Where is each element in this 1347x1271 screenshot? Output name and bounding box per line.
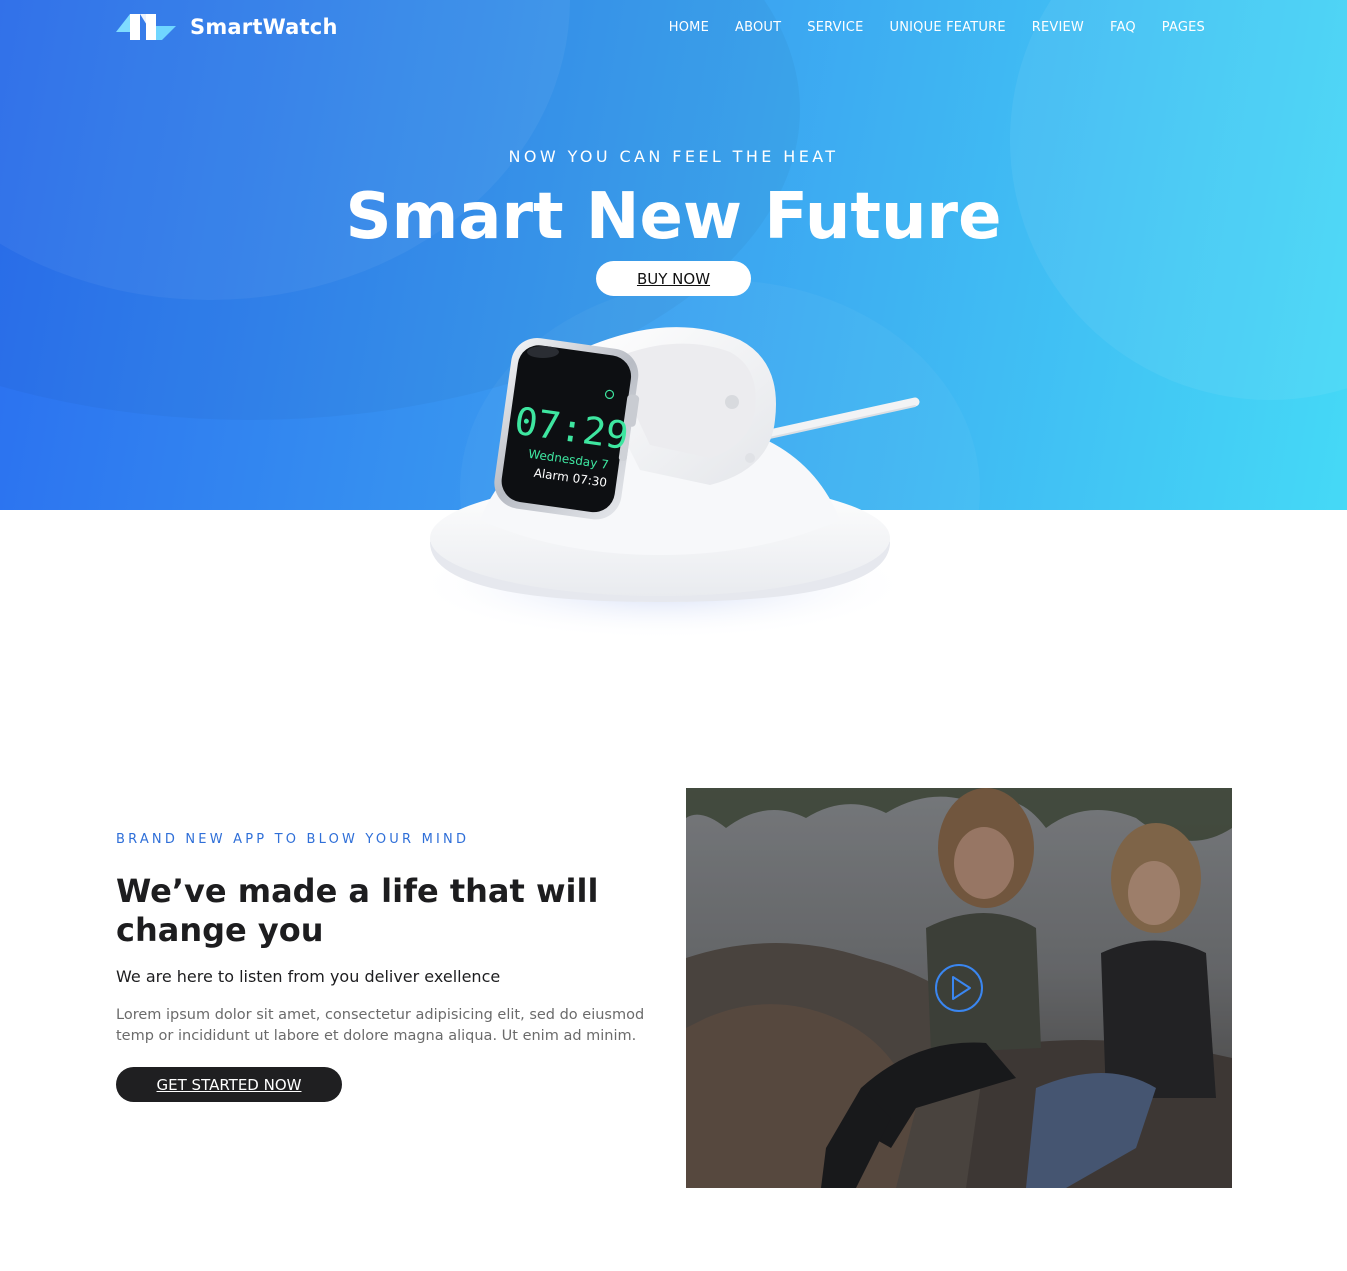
- get-started-button[interactable]: GET STARTED NOW: [116, 1067, 342, 1102]
- about-subtitle: We are here to listen from you deliver e…: [116, 967, 501, 986]
- about-eyebrow: BRAND NEW APP TO BLOW YOUR MIND: [116, 832, 470, 847]
- nav-home[interactable]: HOME: [669, 20, 709, 35]
- brand-logo[interactable]: SmartWatch: [116, 10, 338, 44]
- about-title: We’ve made a life that will change you: [116, 872, 599, 949]
- nav-pages[interactable]: PAGES: [1162, 20, 1205, 35]
- nav-unique-feature[interactable]: UNIQUE FEATURE: [890, 20, 1006, 35]
- about-body-text: Lorem ipsum dolor sit amet, consectetur …: [116, 1007, 645, 1044]
- nav-review[interactable]: REVIEW: [1032, 20, 1084, 35]
- hero-eyebrow: NOW YOU CAN FEEL THE HEAT: [508, 147, 839, 166]
- main-menu: HOME ABOUT SERVICE UNIQUE FEATURE REVIEW…: [669, 20, 1205, 35]
- buy-now-button[interactable]: BUY NOW: [596, 261, 751, 296]
- top-navbar: SmartWatch HOME ABOUT SERVICE UNIQUE FEA…: [0, 0, 1347, 56]
- nav-faq[interactable]: FAQ: [1110, 20, 1136, 35]
- brand-name: SmartWatch: [190, 15, 338, 39]
- smartwatch-product-image: 07:29 Wednesday 7 Alarm 07:30: [410, 310, 930, 650]
- play-icon[interactable]: [934, 963, 984, 1013]
- nav-service[interactable]: SERVICE: [807, 20, 863, 35]
- hero-title: Smart New Future: [345, 180, 1002, 254]
- nav-about[interactable]: ABOUT: [735, 20, 781, 35]
- logo-icon: [116, 10, 176, 44]
